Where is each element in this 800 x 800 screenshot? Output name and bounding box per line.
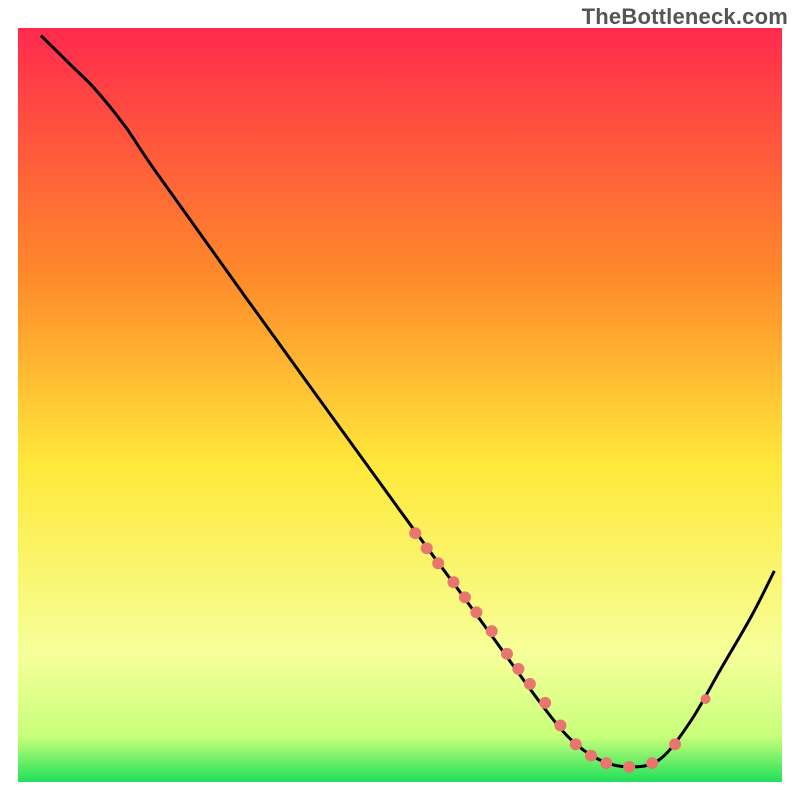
curve-marker (432, 557, 444, 569)
curve-marker (421, 542, 433, 554)
curve-marker (570, 738, 582, 750)
curve-marker (524, 678, 536, 690)
curve-marker (585, 750, 597, 762)
curve-marker (459, 591, 471, 603)
plot-area (18, 28, 782, 782)
curve-marker (554, 720, 566, 732)
gradient-background (18, 28, 782, 782)
curve-marker (669, 738, 681, 750)
curve-marker (539, 697, 551, 709)
chart-stage: TheBottleneck.com (0, 0, 800, 800)
curve-marker (646, 757, 658, 769)
curve-marker (447, 576, 459, 588)
curve-marker (600, 757, 612, 769)
curve-marker (486, 625, 498, 637)
watermark-text: TheBottleneck.com (582, 4, 788, 30)
chart-svg (18, 28, 782, 782)
curve-marker (623, 761, 635, 773)
curve-marker (501, 648, 513, 660)
curve-marker (409, 527, 421, 539)
curve-marker (512, 663, 524, 675)
curve-marker (470, 606, 482, 618)
curve-marker (701, 694, 711, 704)
